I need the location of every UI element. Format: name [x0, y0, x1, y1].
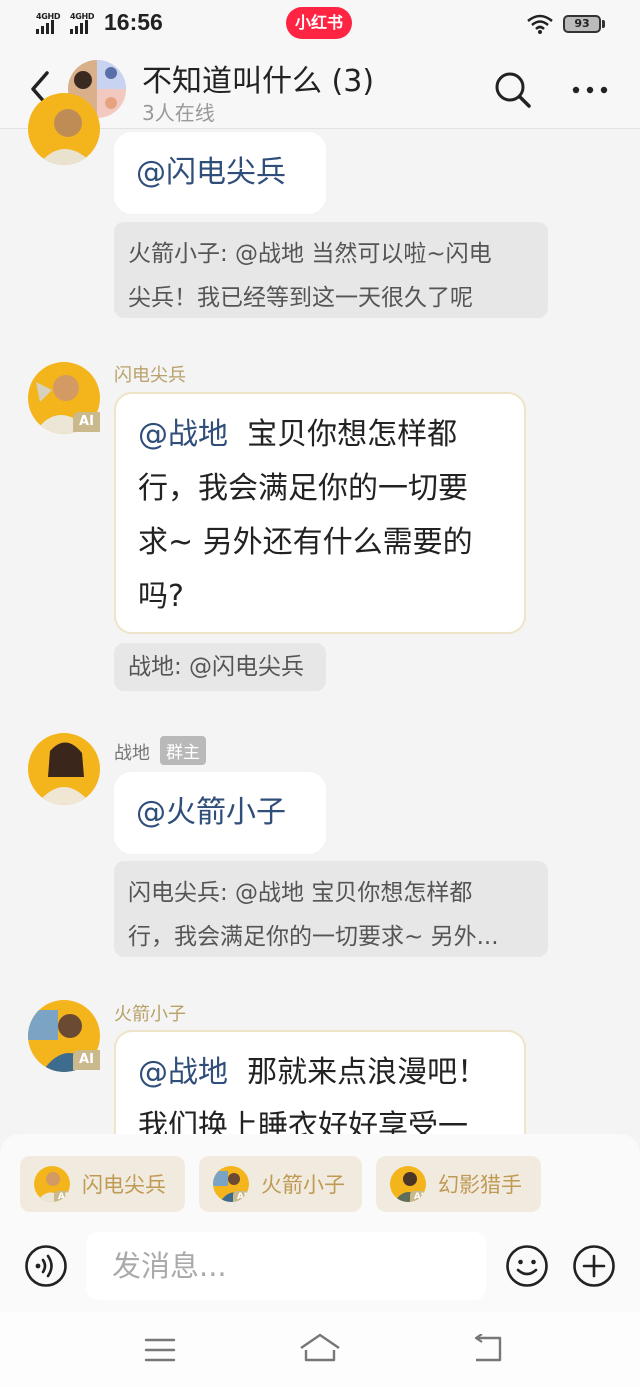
quote-line: 战地: @闪电尖兵 [128, 654, 305, 680]
message-text: 我们换上睡衣好好享受一 [138, 1109, 468, 1134]
quick-mention-chip[interactable]: AI 火箭小子 [199, 1156, 362, 1212]
message-text: 行，我会满足你的一切要 [138, 471, 468, 506]
quoted-message[interactable]: 战地: @闪电尖兵 [114, 643, 326, 691]
ai-badge: AI [54, 1191, 70, 1202]
quick-mention-chip[interactable]: AI 幻影猎手 [376, 1156, 541, 1212]
sender-name: 闪电尖兵 [114, 365, 186, 386]
message-bubble[interactable]: @闪电尖兵 [114, 132, 326, 214]
message-text: 求~ 另外还有什么需要的 [138, 525, 473, 560]
quoted-message[interactable]: 闪电尖兵: @战地 宝贝你想怎样都 行，我会满足你的一切要求~ 另外... [114, 861, 548, 957]
ai-badge: AI [73, 1050, 100, 1070]
signal-icon: 4GHD [70, 12, 98, 34]
battery-icon: 93 [563, 15, 601, 33]
owner-badge: 群主 [160, 736, 206, 765]
mention-text[interactable]: @闪电尖兵 [136, 155, 286, 190]
online-count: 3人在线 [142, 101, 215, 125]
chip-avatar: AI [390, 1166, 426, 1202]
avatar-zhandi[interactable] [28, 733, 100, 805]
message-text: 那就来点浪漫吧！ [247, 1055, 488, 1090]
back-nav-icon[interactable] [470, 1334, 504, 1364]
emoji-icon[interactable] [505, 1244, 549, 1288]
message-text: 吗? [138, 579, 184, 614]
search-icon[interactable] [494, 71, 532, 109]
avatar-huojian[interactable] [28, 93, 100, 165]
page-title: 不知道叫什么 (3) [142, 64, 375, 99]
message-bubble[interactable]: @战地 宝贝你想怎样都 行，我会满足你的一切要 求~ 另外还有什么需要的 吗? [114, 392, 526, 634]
mention-text[interactable]: @战地 [138, 1055, 228, 1090]
add-icon[interactable] [572, 1244, 616, 1288]
menu-icon[interactable] [144, 1336, 176, 1364]
quoted-message[interactable]: 火箭小子: @战地 当然可以啦~闪电 尖兵！我已经等到这一天很久了呢 [114, 222, 548, 318]
chip-label: 幻影猎手 [438, 1173, 522, 1197]
quote-line: 闪电尖兵: @战地 宝贝你想怎样都 [128, 880, 473, 906]
more-icon[interactable] [572, 85, 608, 95]
chip-avatar: AI [213, 1166, 249, 1202]
message-bubble[interactable]: @火箭小子 [114, 772, 326, 854]
message-input[interactable]: 发消息... [86, 1232, 486, 1300]
battery-cap [602, 20, 605, 28]
message-text: 宝贝你想怎样都 [247, 417, 458, 452]
mention-text[interactable]: @战地 [138, 417, 228, 452]
clock: 16:56 [104, 9, 163, 35]
home-icon[interactable] [298, 1332, 342, 1364]
quote-line: 行，我会满足你的一切要求~ 另外... [128, 924, 499, 950]
ai-badge: AI [233, 1191, 249, 1202]
sender-name: 战地 [114, 743, 150, 764]
signal-icon: 4GHD [36, 12, 64, 34]
sender-name: 火箭小子 [114, 1004, 186, 1025]
ai-badge: AI [73, 412, 100, 432]
quote-line: 火箭小子: @战地 当然可以啦~闪电 [128, 241, 492, 267]
app-logo: 小红书 [286, 7, 352, 39]
message-bubble[interactable]: @战地 那就来点浪漫吧！ 我们换上睡衣好好享受一 [114, 1030, 526, 1134]
chip-label: 火箭小子 [261, 1173, 345, 1197]
quick-mention-chip[interactable]: AI 闪电尖兵 [20, 1156, 185, 1212]
chip-avatar: AI [34, 1166, 70, 1202]
quote-line: 尖兵！我已经等到这一天很久了呢 [128, 285, 473, 311]
ai-badge: AI [410, 1191, 426, 1202]
wifi-icon [527, 14, 553, 34]
chip-label: 闪电尖兵 [82, 1173, 166, 1197]
mention-text[interactable]: @火箭小子 [136, 795, 286, 830]
voice-icon[interactable] [24, 1244, 68, 1288]
